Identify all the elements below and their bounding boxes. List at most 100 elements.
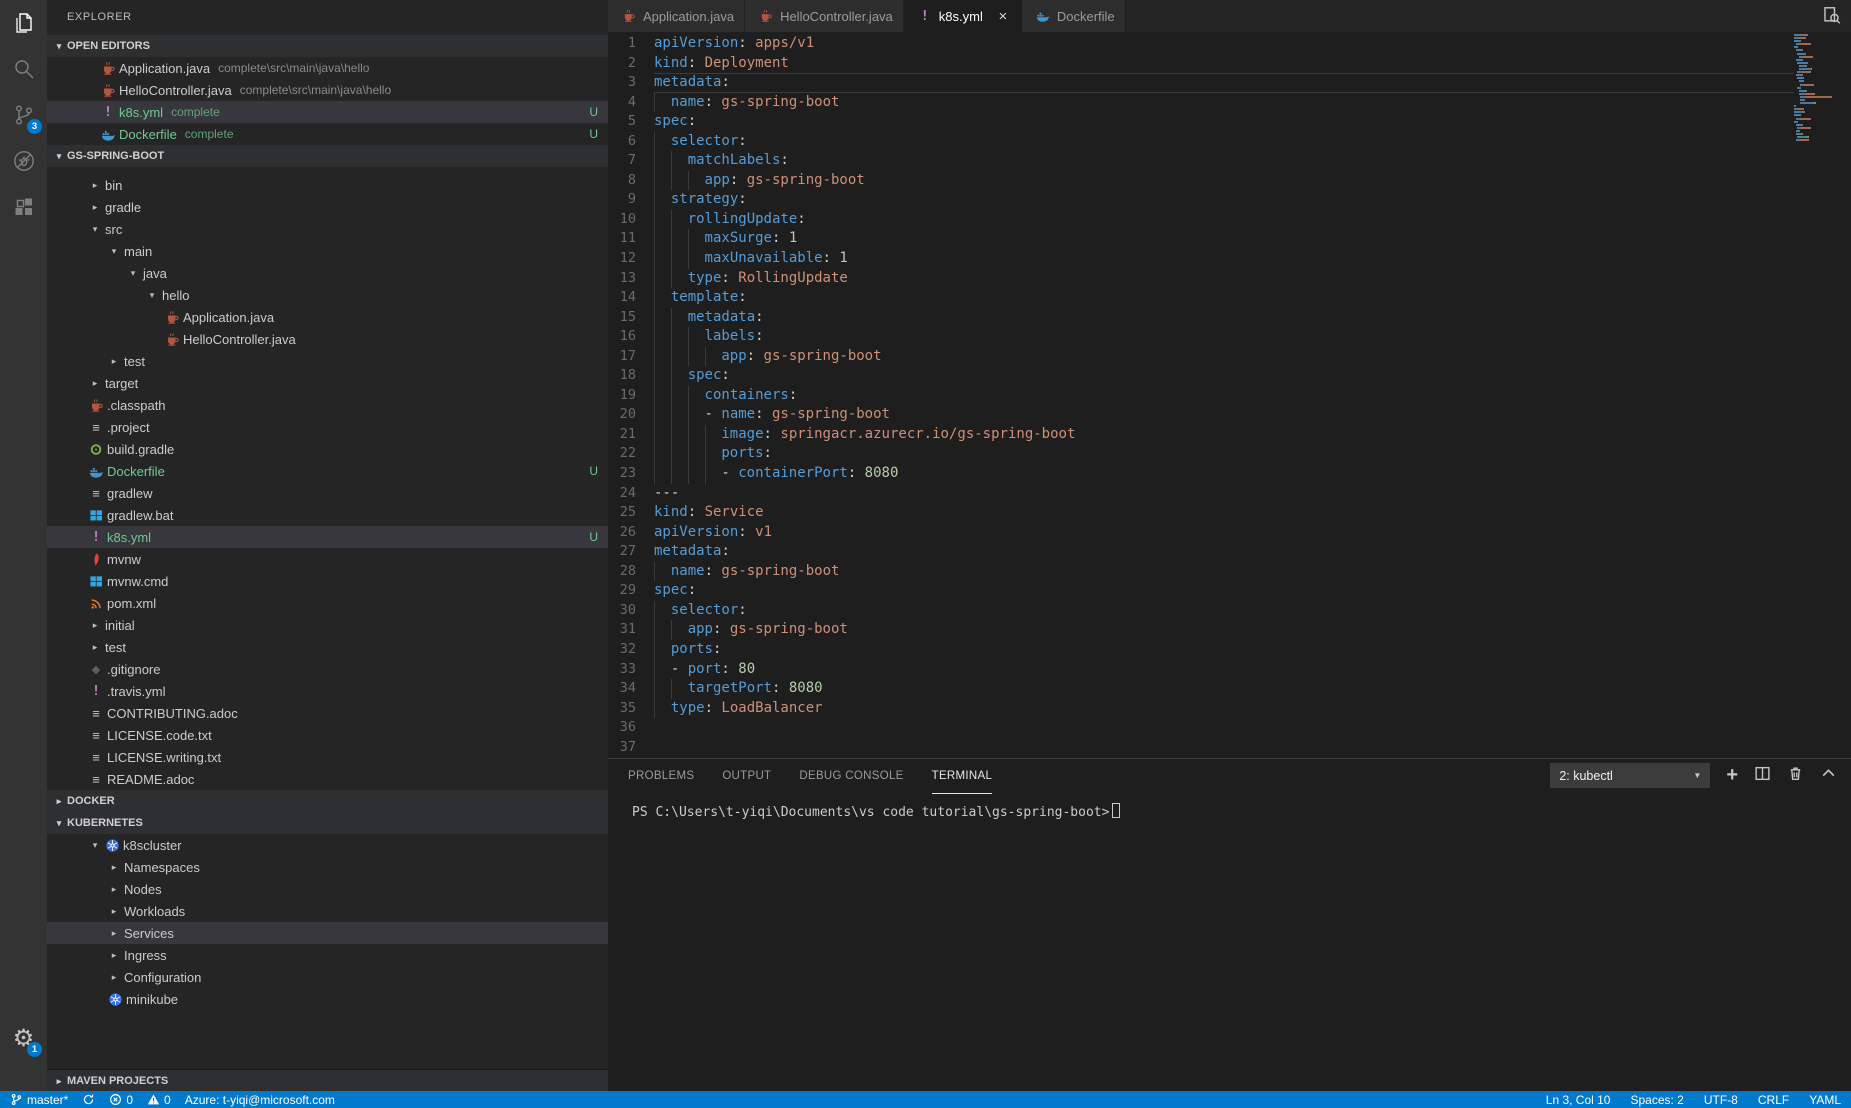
tree-item-minikube[interactable]: minikube (47, 988, 608, 1010)
section-gs-spring-boot[interactable]: ▾ GS-SPRING-BOOT (47, 145, 608, 167)
tree-item-.project[interactable]: ≡.project (47, 416, 608, 438)
activity-extensions[interactable] (0, 184, 47, 230)
tree-item-hello[interactable]: ▾hello (47, 284, 608, 306)
section-kubernetes[interactable]: ▾ KUBERNETES (47, 812, 608, 834)
tree-item-mvnw[interactable]: mvnw (47, 548, 608, 570)
tree-item-ingress[interactable]: ▸Ingress (47, 944, 608, 966)
panel-tab-problems[interactable]: PROBLEMS (628, 759, 694, 794)
tree-item-dockerfile[interactable]: Dockerfile U (47, 460, 608, 482)
tree-item-java[interactable]: ▾java (47, 262, 608, 284)
tree-item-.travis.yml[interactable]: !.travis.yml (47, 680, 608, 702)
panel-tab-terminal[interactable]: TERMINAL (932, 759, 993, 794)
tree-item-.classpath[interactable]: .classpath (47, 394, 608, 416)
activity-source-control[interactable]: 3 (0, 92, 47, 138)
tab-bar: Application.java HelloController.java !k… (608, 0, 1851, 32)
tree-item-pom.xml[interactable]: pom.xml (47, 592, 608, 614)
code-line: 7 matchLabels: (608, 151, 1851, 171)
maximize-panel-icon[interactable] (1820, 765, 1837, 787)
terminal-select[interactable]: 2: kubectl ▼ (1550, 763, 1710, 788)
section-docker[interactable]: ▸ DOCKER (47, 790, 608, 812)
line-number: 25 (608, 503, 654, 523)
tree-item-configuration[interactable]: ▸Configuration (47, 966, 608, 988)
status-language-mode[interactable]: YAML (1809, 1093, 1841, 1107)
sync-icon (82, 1093, 95, 1106)
lines-icon: ≡ (87, 419, 105, 435)
tree-item-main[interactable]: ▾main (47, 240, 608, 262)
tree-item-build.gradle[interactable]: build.gradle (47, 438, 608, 460)
tree-item-k8s.yml[interactable]: !k8s.yml U (47, 526, 608, 548)
tree-item-license.code.txt[interactable]: ≡LICENSE.code.txt (47, 724, 608, 746)
status-cursor-position[interactable]: Ln 3, Col 10 (1546, 1093, 1611, 1107)
status-errors[interactable]: 0 (109, 1093, 133, 1107)
tree-item-workloads[interactable]: ▸Workloads (47, 900, 608, 922)
status-git-branch[interactable]: master* (10, 1093, 68, 1107)
tab-application.java[interactable]: Application.java (608, 0, 745, 32)
terminal-select-value: 2: kubectl (1559, 769, 1613, 783)
tree-item-test[interactable]: ▸test (47, 636, 608, 658)
git-status-badge: U (589, 530, 598, 544)
status-warnings[interactable]: 0 (147, 1093, 171, 1107)
tree-item-test[interactable]: ▸test (47, 350, 608, 372)
line-number: 20 (608, 405, 654, 425)
tree-item-application.java[interactable]: Application.java (47, 306, 608, 328)
section-open-editors[interactable]: ▾ OPEN EDITORS (47, 35, 608, 57)
close-icon[interactable]: × (995, 8, 1011, 25)
tab-dockerfile[interactable]: Dockerfile (1022, 0, 1126, 32)
status-azure-account[interactable]: Azure: t-yiqi@microsoft.com (185, 1093, 335, 1107)
open-changes-icon[interactable] (1822, 6, 1841, 30)
item-label: k8scluster (123, 838, 182, 853)
code-area: 1 apiVersion: apps/v1 2 kind: Deployment… (608, 34, 1851, 757)
item-label: test (124, 354, 145, 369)
new-terminal-icon[interactable]: + (1726, 767, 1738, 784)
status-sync[interactable] (82, 1093, 95, 1106)
minimap[interactable] (1794, 34, 1851, 758)
activity-explorer[interactable] (0, 0, 47, 46)
tree-item-services[interactable]: ▸Services (47, 922, 608, 944)
tree-item-k8scluster[interactable]: ▾k8scluster (47, 834, 608, 856)
section-maven-projects[interactable]: ▸ MAVEN PROJECTS (47, 1069, 608, 1091)
tree-item-license.writing.txt[interactable]: ≡LICENSE.writing.txt (47, 746, 608, 768)
terminal[interactable]: PS C:\Users\t-yiqi\Documents\vs code tut… (608, 794, 1851, 820)
tree-item-dockerfile[interactable]: Dockerfile complete U (47, 123, 608, 145)
tree-item-initial[interactable]: ▸initial (47, 614, 608, 636)
item-label: initial (105, 618, 135, 633)
line-number: 23 (608, 464, 654, 484)
tab-hellocontroller.java[interactable]: HelloController.java (745, 0, 904, 32)
tree-item-gradlew.bat[interactable]: gradlew.bat (47, 504, 608, 526)
tree-item-application.java[interactable]: Application.java complete\src\main\java\… (47, 57, 608, 79)
tree-item-src[interactable]: ▾src (47, 218, 608, 240)
git-status-badge: U (589, 127, 598, 141)
tree-item-bin[interactable]: ▸bin (47, 174, 608, 196)
item-label: HelloController.java (119, 83, 232, 98)
tree-item-hellocontroller.java[interactable]: HelloController.java complete\src\main\j… (47, 79, 608, 101)
tree-item-.gitignore[interactable]: ◆.gitignore (47, 658, 608, 680)
activity-debug[interactable] (0, 138, 47, 184)
status-indentation[interactable]: Spaces: 2 (1630, 1093, 1683, 1107)
tree-item-nodes[interactable]: ▸Nodes (47, 878, 608, 900)
activity-search[interactable] (0, 46, 47, 92)
editor[interactable]: 1 apiVersion: apps/v1 2 kind: Deployment… (608, 32, 1851, 758)
status-label: 0 (126, 1093, 133, 1107)
panel-tab-output[interactable]: OUTPUT (722, 759, 771, 794)
split-terminal-icon[interactable] (1754, 765, 1771, 787)
tree-item-mvnw.cmd[interactable]: mvnw.cmd (47, 570, 608, 592)
code-line: 14 template: (608, 288, 1851, 308)
tree-item-gradle[interactable]: ▸gradle (47, 196, 608, 218)
tree-item-namespaces[interactable]: ▸Namespaces (47, 856, 608, 878)
status-eol[interactable]: CRLF (1758, 1093, 1789, 1107)
status-encoding[interactable]: UTF-8 (1704, 1093, 1738, 1107)
workbench: 3 ⚙ 1 EXPLORER ▾ OPEN EDITORS Applicatio… (0, 0, 1851, 1091)
tree-item-hellocontroller.java[interactable]: HelloController.java (47, 328, 608, 350)
chevron-right-icon: ▸ (87, 180, 103, 191)
panel-tab-debug-console[interactable]: DEBUG CONSOLE (799, 759, 903, 794)
activity-settings[interactable]: ⚙ 1 (0, 1015, 47, 1061)
tree-item-contributing.adoc[interactable]: ≡CONTRIBUTING.adoc (47, 702, 608, 724)
line-number: 26 (608, 523, 654, 543)
tree-item-k8s.yml[interactable]: !k8s.yml complete U (47, 101, 608, 123)
tab-k8s.yml[interactable]: !k8s.yml × (904, 0, 1022, 32)
tree-item-target[interactable]: ▸target (47, 372, 608, 394)
line-number: 15 (608, 308, 654, 328)
tree-item-gradlew[interactable]: ≡gradlew (47, 482, 608, 504)
kill-terminal-icon[interactable] (1787, 765, 1804, 787)
tree-item-readme.adoc[interactable]: ≡README.adoc (47, 768, 608, 790)
